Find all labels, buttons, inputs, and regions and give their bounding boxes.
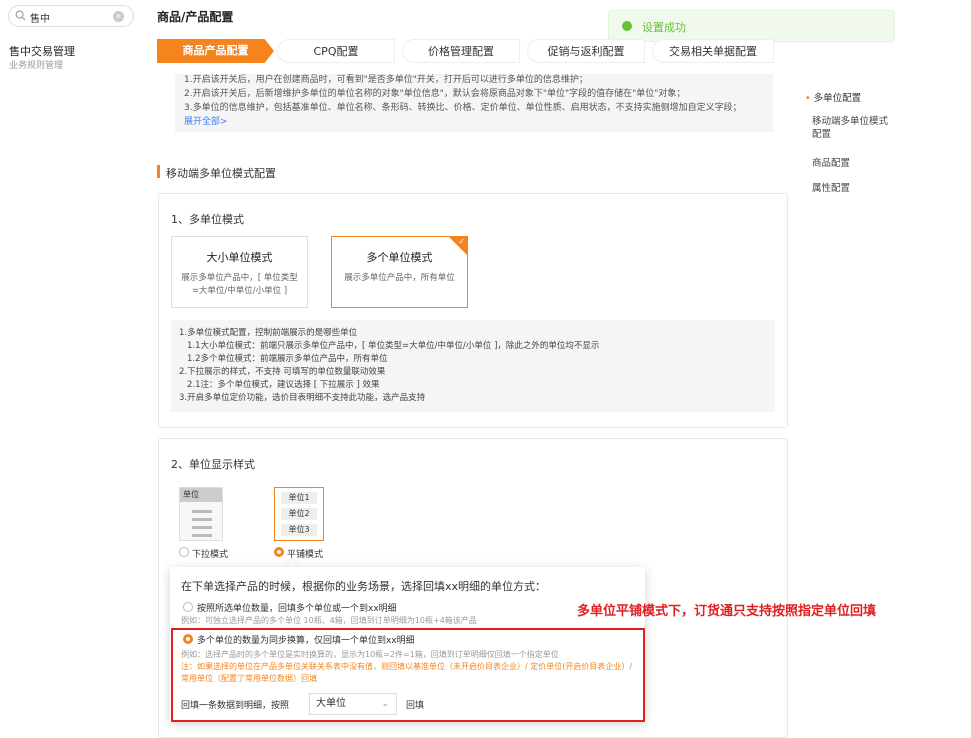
tab-trade-docs-config[interactable]: 交易相关单据配置 [652, 39, 774, 63]
note-line: 2.下拉展示的样式，不支持 可填写的单位数量联动效果 [179, 367, 386, 377]
success-toast: 设置成功 [608, 10, 895, 42]
anchor-label: 多单位配置 [813, 93, 862, 104]
tab-cpq-config[interactable]: CPQ配置 [277, 39, 395, 63]
info-line: 1.开启该开关后，用户在创建商品时，可看到"是否多单位"开关，打开后可以进行多单… [184, 75, 588, 85]
anchor-multi-unit[interactable]: • 多单位配置 [805, 90, 861, 104]
anchor-attribute[interactable]: 属性配置 [812, 180, 850, 194]
line-icon [192, 526, 212, 529]
check-icon: ✓ [458, 237, 465, 246]
card-heading: 1、多单位模式 [171, 213, 244, 226]
option-example: 例如：可独立选择产品的多个单位 10瓶、4箱，回填到订单明细为10瓶+4箱该产品 [181, 616, 477, 625]
note-line: 1.1大小单位模式：前端只展示多单位产品中，[ 单位类型=大单位/中单位/小单位… [187, 341, 600, 351]
tile-cell: 单位1 [281, 492, 317, 504]
note-line: 3.开启多单位定价功能，选价目表明细不支持此功能，选产品支持 [179, 393, 426, 403]
info-line: 2.开启该开关后，后新增维护多单位的单位名称的对象"单位信息"，默认会将原商品对… [184, 89, 686, 99]
line-icon [192, 518, 212, 521]
note-line: 1.2多个单位模式：前端展示多单位产品中，所有单位 [187, 354, 388, 364]
mode-option-large-small[interactable]: 大小单位模式 展示多单位产品中，[ 单位类型=大单位/中单位/小单位 ] [171, 236, 308, 308]
radio-tile-mode[interactable] [274, 547, 284, 557]
card-heading: 2、单位显示样式 [171, 458, 255, 471]
tile-cell: 单位3 [281, 524, 317, 536]
dropdown-icon-label: 单位 [180, 488, 222, 502]
section-title: 移动端多单位模式配置 [166, 167, 276, 180]
sidebar-item-title[interactable]: 售中交易管理 [9, 43, 75, 59]
mode-title: 大小单位模式 [206, 251, 273, 264]
info-line: 3.多单位的信息维护，包括基准单位、单位名称、条形码、转换比、价格、定价单位、单… [184, 103, 742, 113]
dropdown-style-icon[interactable]: 单位 [179, 487, 223, 541]
annotation-callout: 多单位平铺模式下，订货通只支持按照指定单位回填 [577, 604, 877, 619]
anchor-product[interactable]: 商品配置 [812, 155, 850, 169]
multi-unit-mode-card: 1、多单位模式 大小单位模式 展示多单位产品中，[ 单位类型=大单位/中单位/小… [158, 193, 788, 428]
line-icon [192, 510, 212, 513]
mode-notes: 1.多单位模式配置，控制前端展示的是哪些单位 1.1大小单位模式：前端只展示多单… [171, 320, 775, 412]
info-box: 1.开启该开关后，用户在创建商品时，可看到"是否多单位"开关，打开后可以进行多单… [175, 74, 773, 132]
toast-message: 设置成功 [642, 21, 686, 34]
tab-product-config[interactable]: 商品产品配置 [157, 39, 274, 63]
tile-cell: 单位2 [281, 508, 317, 520]
section-accent-bar [157, 165, 160, 178]
success-icon [622, 21, 632, 31]
search-value: 售中 [30, 14, 50, 25]
radio-label: 平铺模式 [287, 550, 324, 560]
mode-desc: 展示多单位产品中，[ 单位类型=大单位/中单位/小单位 ] [181, 273, 298, 296]
page-title: 商品/产品配置 [157, 10, 234, 24]
search-icon [15, 10, 26, 21]
radio-backfill-by-quantity[interactable] [183, 602, 193, 612]
tab-price-config[interactable]: 价格管理配置 [402, 39, 520, 63]
clear-icon[interactable]: ✕ [113, 11, 124, 22]
tile-style-icon[interactable]: 单位1 单位2 单位3 [274, 487, 324, 541]
anchor-mobile-mode[interactable]: 移动端多单位模式配置 [812, 115, 892, 141]
sidebar-item-subtitle[interactable]: 业务规则管理 [9, 58, 63, 71]
active-dot-icon: • [805, 93, 814, 104]
mode-title: 多个单位模式 [366, 251, 433, 264]
tab-promotion-config[interactable]: 促销与返利配置 [527, 39, 645, 63]
line-icon [192, 534, 212, 537]
mode-option-multiple[interactable]: ✓ 多个单位模式 展示多单位产品中，所有单位 [331, 236, 468, 308]
highlight-box [171, 628, 645, 722]
mode-desc: 展示多单位产品中，所有单位 [344, 273, 455, 283]
radio-label: 下拉模式 [192, 550, 229, 560]
expand-all-link[interactable]: 展开全部> [184, 114, 228, 127]
note-line: 2.1注：多个单位模式，建议选择 [ 下拉展示 ] 效果 [187, 380, 380, 390]
search-input[interactable]: 售中 ✕ [8, 5, 134, 27]
radio-dropdown-mode[interactable] [179, 547, 189, 557]
popover-question: 在下单选择产品的时候，根据你的业务场景，选择回填xx明细的单位方式： [181, 580, 547, 593]
note-line: 1.多单位模式配置，控制前端展示的是哪些单位 [179, 328, 358, 338]
option-label: 按照所选单位数量，回填多个单位或一个到xx明细 [197, 604, 397, 614]
